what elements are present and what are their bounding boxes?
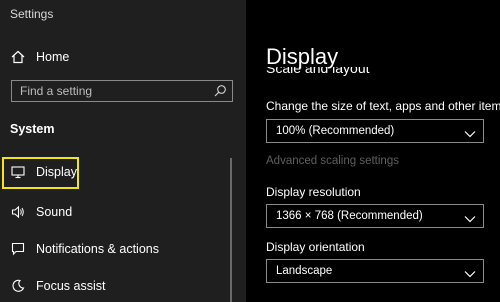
moon-icon bbox=[10, 278, 26, 294]
scale-dropdown[interactable]: 100% (Recommended) bbox=[266, 119, 484, 143]
orientation-label: Display orientation bbox=[266, 240, 365, 254]
chevron-down-icon bbox=[464, 266, 476, 278]
speaker-icon bbox=[10, 204, 26, 220]
sidebar-item-home[interactable]: Home bbox=[0, 42, 69, 72]
chevron-down-icon bbox=[464, 126, 476, 138]
sidebar-item-label: Focus assist bbox=[36, 279, 106, 293]
sidebar: Settings Home System Display Sound Notif… bbox=[0, 0, 246, 302]
scale-value: 100% (Recommended) bbox=[276, 125, 395, 137]
home-icon bbox=[10, 49, 26, 65]
orientation-value: Landscape bbox=[276, 265, 333, 277]
sidebar-scrollbar[interactable] bbox=[230, 158, 232, 302]
orientation-dropdown[interactable]: Landscape bbox=[266, 259, 484, 283]
sidebar-item-label: Home bbox=[36, 50, 70, 64]
sidebar-item-label: Sound bbox=[36, 205, 73, 219]
search-input[interactable] bbox=[20, 83, 210, 99]
resolution-label: Display resolution bbox=[266, 185, 361, 199]
sidebar-item-focus-assist[interactable]: Focus assist bbox=[0, 271, 105, 301]
resolution-value: 1366 × 768 (Recommended) bbox=[276, 210, 423, 222]
app-title: Settings bbox=[10, 7, 54, 21]
sidebar-item-label: Notifications & actions bbox=[36, 242, 159, 256]
section-header-clip: Scale and layout bbox=[266, 67, 486, 79]
search-box[interactable] bbox=[11, 80, 233, 102]
search-icon[interactable] bbox=[213, 84, 227, 98]
scale-label: Change the size of text, apps and other … bbox=[266, 99, 500, 113]
sidebar-item-sound[interactable]: Sound bbox=[0, 197, 72, 227]
chevron-down-icon bbox=[464, 211, 476, 223]
message-icon bbox=[10, 241, 26, 257]
section-label-system: System bbox=[10, 122, 55, 136]
section-header: Scale and layout bbox=[266, 67, 370, 76]
sidebar-item-notifications[interactable]: Notifications & actions bbox=[0, 234, 159, 264]
main-pane: Display Scale and layout Change the size… bbox=[246, 0, 500, 302]
advanced-scaling-link[interactable]: Advanced scaling settings bbox=[266, 155, 399, 167]
resolution-dropdown[interactable]: 1366 × 768 (Recommended) bbox=[266, 204, 484, 228]
selection-highlight bbox=[2, 157, 79, 189]
